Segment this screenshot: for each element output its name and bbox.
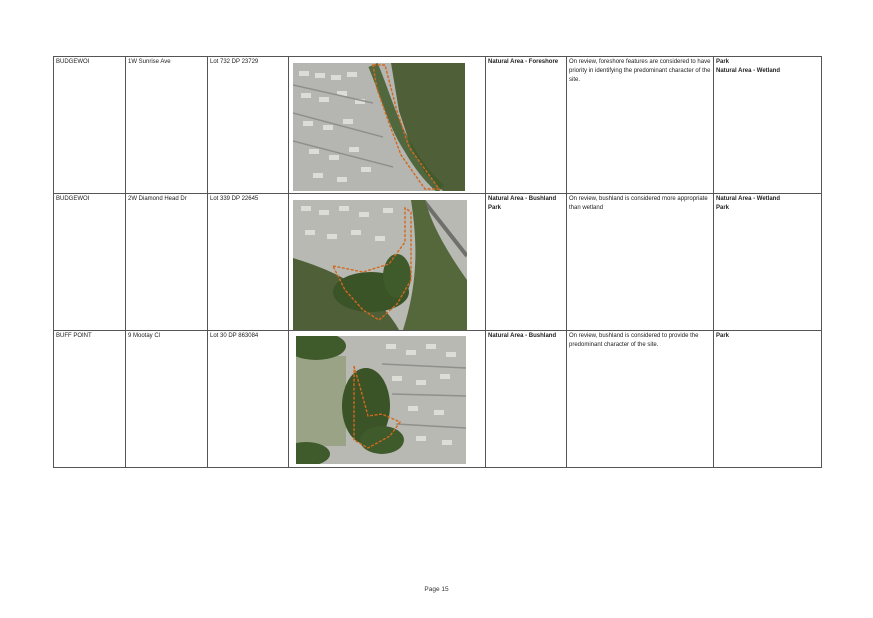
table-row: BUFF POINT 9 Mootay Cl Lot 30 DP 863084	[53, 330, 822, 468]
aerial-image-cell	[288, 330, 486, 468]
proposed-zone-2: Natural Area - Wetland	[716, 68, 781, 74]
proposed-zone-1: Park	[716, 333, 730, 339]
site-table: BUDGEWOI 1W Sunrise Ave Lot 732 DP 23729	[53, 56, 822, 468]
proposed-zone-cell: Natural Area - Wetland Park	[713, 193, 822, 331]
current-zone-1: Natural Area - Bushland	[488, 196, 557, 202]
lot-cell: Lot 732 DP 23729	[207, 56, 289, 194]
suburb-cell: BUDGEWOI	[53, 56, 126, 194]
current-zone-2: Park	[488, 205, 502, 211]
aerial-photo	[293, 200, 467, 330]
suburb-cell: BUDGEWOI	[53, 193, 126, 331]
aerial-image-cell	[288, 56, 486, 194]
comment-cell: On review, bushland is considered to pro…	[566, 330, 714, 468]
lot-cell: Lot 30 DP 863084	[207, 330, 289, 468]
current-zone-cell: Natural Area - Bushland	[485, 330, 567, 468]
aerial-photo	[293, 63, 465, 191]
aerial-photo	[296, 336, 466, 464]
current-zone-cell: Natural Area - Bushland Park	[485, 193, 567, 331]
proposed-zone-cell: Park	[713, 330, 822, 468]
comment-cell: On review, foreshore features are consid…	[566, 56, 714, 194]
proposed-zone-1: Natural Area - Wetland	[716, 196, 781, 202]
address-cell: 2W Diamond Head Dr	[125, 193, 208, 331]
table-row: BUDGEWOI 2W Diamond Head Dr Lot 339 DP 2…	[53, 193, 822, 331]
table-row: BUDGEWOI 1W Sunrise Ave Lot 732 DP 23729	[53, 56, 822, 194]
current-zone-cell: Natural Area - Foreshore	[485, 56, 567, 194]
address-cell: 9 Mootay Cl	[125, 330, 208, 468]
address-cell: 1W Sunrise Ave	[125, 56, 208, 194]
proposed-zone-2: Park	[716, 205, 730, 211]
page-number: Page 15	[424, 586, 449, 593]
current-zone-1: Natural Area - Foreshore	[488, 59, 559, 65]
proposed-zone-1: Park	[716, 59, 730, 65]
comment-cell: On review, bushland is considered more a…	[566, 193, 714, 331]
lot-cell: Lot 339 DP 22645	[207, 193, 289, 331]
proposed-zone-cell: Park Natural Area - Wetland	[713, 56, 822, 194]
aerial-image-cell	[288, 193, 486, 331]
current-zone-1: Natural Area - Bushland	[488, 333, 557, 339]
suburb-cell: BUFF POINT	[53, 330, 126, 468]
